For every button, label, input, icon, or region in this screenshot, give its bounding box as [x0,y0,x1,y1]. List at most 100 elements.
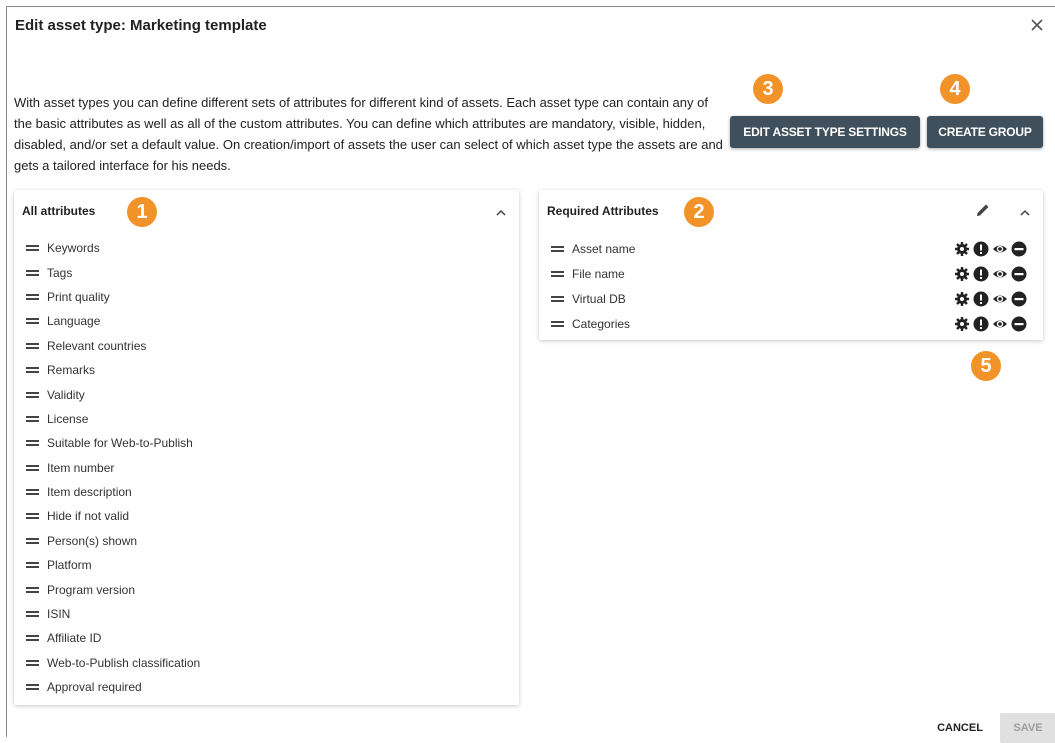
cancel-button[interactable]: CANCEL [929,713,991,743]
drag-handle-icon[interactable] [26,635,39,642]
required-attribute-item[interactable]: Asset name [547,236,1035,261]
save-button[interactable]: SAVE [1000,713,1055,743]
attribute-label: Platform [47,558,92,573]
chevron-up-icon[interactable] [1019,207,1031,219]
attribute-item[interactable]: Remarks [22,358,200,382]
attribute-item[interactable]: Platform [22,553,200,577]
drag-handle-icon[interactable] [26,415,39,422]
drag-handle-icon[interactable] [26,537,39,544]
attribute-label: Validity [47,387,85,402]
attribute-item[interactable]: Affiliate ID [22,626,200,650]
attribute-label: Language [47,314,101,329]
drag-handle-icon[interactable] [26,391,39,398]
attribute-label: Asset name [572,241,636,256]
attribute-item[interactable]: Hide if not valid [22,504,200,528]
exclamation-icon[interactable] [973,291,989,307]
close-icon[interactable] [1027,15,1047,35]
drag-handle-icon[interactable] [551,295,564,302]
drag-handle-icon[interactable] [26,513,39,520]
drag-handle-icon[interactable] [551,320,564,327]
attribute-item[interactable]: Keywords [22,236,200,260]
attribute-item[interactable]: Suitable for Web-to-Publish [22,431,200,455]
attribute-label: License [47,411,89,426]
pencil-icon[interactable] [975,202,991,218]
required-attributes-panel: Required Attributes Asset name File name V… [539,190,1043,340]
drag-handle-icon[interactable] [551,245,564,252]
attribute-label: Virtual DB [572,291,626,306]
attribute-item[interactable]: ISIN [22,602,200,626]
required-attribute-item[interactable]: Categories [547,311,1035,336]
attribute-item[interactable]: Relevant countries [22,334,200,358]
minus-circle-icon[interactable] [1011,266,1027,282]
attribute-item[interactable]: License [22,407,200,431]
exclamation-icon[interactable] [973,266,989,282]
required-attribute-item[interactable]: File name [547,261,1035,286]
attribute-item[interactable]: Print quality [22,285,200,309]
attribute-label: File name [572,266,625,281]
attribute-item[interactable]: Person(s) shown [22,529,200,553]
drag-handle-icon[interactable] [26,586,39,593]
attribute-item[interactable]: Validity [22,382,200,406]
attribute-label: Person(s) shown [47,533,138,548]
attribute-item[interactable]: Web-to-Publish classification [22,651,200,675]
drag-handle-icon[interactable] [26,245,39,252]
all-attributes-title: All attributes [22,204,96,218]
attribute-item[interactable]: Approval required [22,675,200,699]
drag-handle-icon[interactable] [26,293,39,300]
drag-handle-icon[interactable] [26,440,39,447]
attribute-actions [954,241,1027,257]
minus-circle-icon[interactable] [1011,241,1027,257]
all-attributes-list: Keywords Tags Print quality Language Relevan… [22,236,200,699]
create-group-button[interactable]: CREATE GROUP [927,116,1043,148]
attribute-label: Print quality [47,289,110,304]
drag-handle-icon[interactable] [26,659,39,666]
attribute-item[interactable]: Item description [22,480,200,504]
attribute-label: Relevant countries [47,338,147,353]
attribute-label: Program version [47,582,136,597]
drag-handle-icon[interactable] [26,562,39,569]
gear-icon[interactable] [954,266,970,282]
attribute-actions [954,291,1027,307]
badge-3: 3 [753,74,783,104]
attribute-label: ISIN [47,607,71,622]
drag-handle-icon[interactable] [26,342,39,349]
eye-icon[interactable] [992,316,1008,332]
gear-icon[interactable] [954,291,970,307]
required-attribute-item[interactable]: Virtual DB [547,286,1035,311]
exclamation-icon[interactable] [973,316,989,332]
drag-handle-icon[interactable] [26,489,39,496]
attribute-label: Tags [47,265,73,280]
minus-circle-icon[interactable] [1011,291,1027,307]
attribute-item[interactable]: Program version [22,577,200,601]
attribute-label: Hide if not valid [47,509,130,524]
drag-handle-icon[interactable] [551,270,564,277]
eye-icon[interactable] [992,266,1008,282]
drag-handle-icon[interactable] [26,269,39,276]
drag-handle-icon[interactable] [26,464,39,471]
attribute-item[interactable]: Tags [22,260,200,284]
drag-handle-icon[interactable] [26,318,39,325]
gear-icon[interactable] [954,316,970,332]
attribute-item[interactable]: Language [22,309,200,333]
chevron-up-icon[interactable] [495,207,507,219]
attribute-label: Item number [47,460,115,475]
attribute-label: Keywords [47,241,100,256]
exclamation-icon[interactable] [973,241,989,257]
attribute-item[interactable]: Item number [22,456,200,480]
attribute-actions [954,316,1027,332]
minus-circle-icon[interactable] [1011,316,1027,332]
drag-handle-icon[interactable] [26,367,39,374]
eye-icon[interactable] [992,241,1008,257]
eye-icon[interactable] [992,291,1008,307]
attribute-label: Suitable for Web-to-Publish [47,436,193,451]
drag-handle-icon[interactable] [26,611,39,618]
badge-4: 4 [940,74,970,104]
attribute-label: Categories [572,316,631,331]
attribute-label: Item description [47,485,132,500]
drag-handle-icon[interactable] [26,684,39,691]
attribute-label: Web-to-Publish classification [47,655,201,670]
edit-asset-type-settings-button[interactable]: EDIT ASSET TYPE SETTINGS [730,116,920,148]
gear-icon[interactable] [954,241,970,257]
all-attributes-panel: All attributes Keywords Tags Print quality… [14,190,519,705]
required-attributes-list: Asset name File name Virtual DB Categories [547,236,1035,336]
